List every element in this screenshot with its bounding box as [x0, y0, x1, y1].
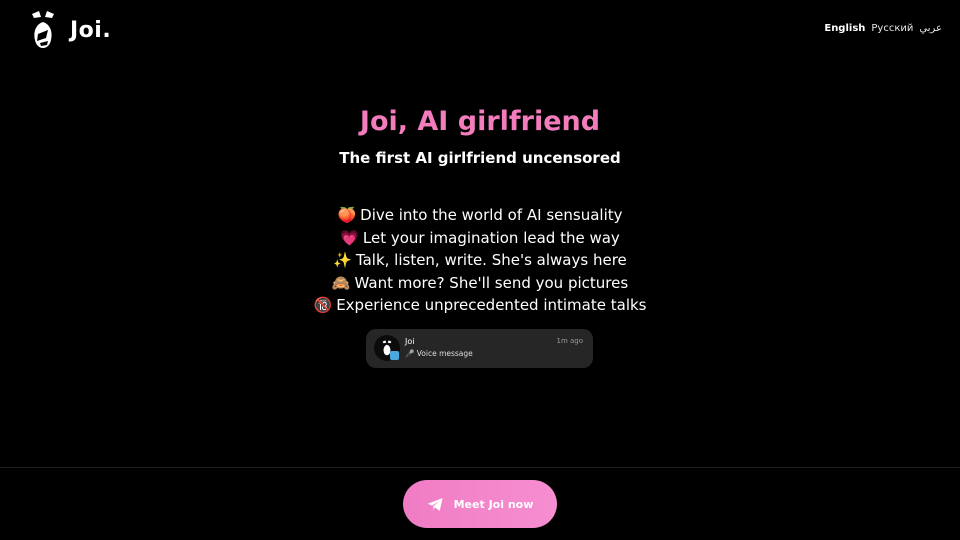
adults-only-icon: 🔞 — [313, 296, 333, 315]
feature-text: Want more? She'll send you pictures — [354, 273, 629, 292]
brand-name: Joi. — [70, 17, 112, 43]
feature-text: Experience unprecedented intimate talks — [336, 296, 647, 315]
heart-icon: 💗 — [340, 228, 359, 247]
feature-item: 🍑 Dive into the world of AI sensuality — [0, 204, 960, 227]
notification-preview: Joi 🎤 Voice message 1m ago — [366, 329, 593, 368]
peach-icon: 🍑 — [337, 206, 357, 224]
notification-sender: Joi — [405, 337, 415, 346]
sparkles-icon: ✨ — [333, 251, 352, 270]
telegram-icon — [427, 497, 443, 511]
joi-logo-icon — [32, 11, 54, 48]
site-header: Joi. English Русский عربي — [0, 0, 960, 60]
hero-title: Joi, AI girlfriend — [359, 106, 601, 137]
feature-text: Dive into the world of AI sensuality — [360, 206, 623, 224]
footer-divider — [0, 467, 960, 468]
lang-english[interactable]: English — [824, 23, 865, 34]
see-no-evil-monkey-icon: 🙈 — [331, 273, 351, 292]
landing-page: Joi. English Русский عربي Joi, AI girlfr… — [0, 0, 960, 540]
feature-item: 🙈 Want more? She'll send you pictures — [0, 272, 960, 295]
feature-item: 🔞 Experience unprecedented intimate talks — [0, 294, 960, 317]
meet-joi-button[interactable]: Meet Joi now — [403, 480, 557, 528]
hero-subtitle: The first AI girlfriend uncensored — [339, 149, 621, 167]
feature-text: Talk, listen, write. She's always here — [355, 251, 627, 270]
feature-list: 🍑 Dive into the world of AI sensuality 💗 L… — [0, 204, 960, 317]
feature-item: ✨ Talk, listen, write. She's always here — [0, 249, 960, 272]
brand-logo-link[interactable]: Joi. — [28, 10, 111, 50]
feature-item: 💗 Let your imagination lead the way — [0, 227, 960, 250]
notification-time: 1m ago — [556, 337, 583, 345]
lang-arabic[interactable]: عربي — [919, 23, 942, 34]
telegram-badge-icon — [390, 351, 399, 360]
notification-message: 🎤 Voice message — [405, 349, 473, 358]
feature-text: Let your imagination lead the way — [362, 228, 620, 247]
lang-russian[interactable]: Русский — [871, 23, 913, 34]
language-switcher: English Русский عربي — [824, 23, 942, 34]
meet-joi-label: Meet Joi now — [453, 497, 534, 511]
